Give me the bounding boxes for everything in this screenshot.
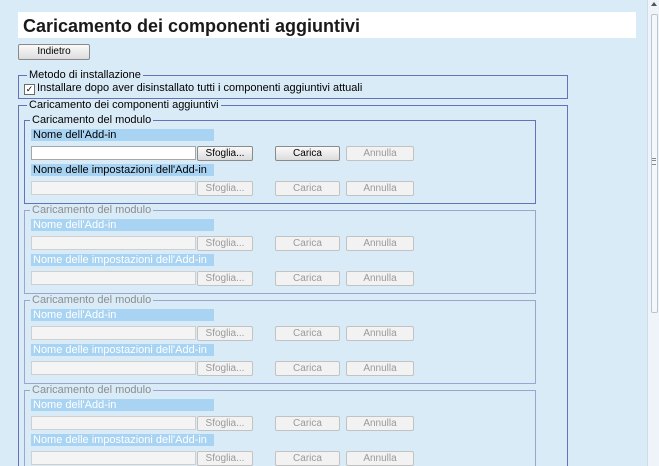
scroll-grip-icon: [652, 158, 656, 165]
vertical-scrollbar[interactable]: [647, 0, 659, 466]
addin-load-button[interactable]: Carica: [275, 416, 340, 431]
page-title: Caricamento dei componenti aggiuntivi: [23, 16, 361, 36]
settings-path-input[interactable]: [31, 181, 196, 195]
addin-load-button[interactable]: Carica: [275, 326, 340, 341]
addin-load-button[interactable]: Carica: [275, 146, 340, 161]
settings-browse-button[interactable]: Sfoglia...: [197, 181, 253, 196]
module-load-group: Caricamento del modulo Nome dell'Add-in Sf…: [24, 204, 536, 294]
settings-name-label: Nome delle impostazioni dell'Add-in: [31, 164, 214, 176]
settings-path-input[interactable]: [31, 361, 196, 375]
settings-browse-button[interactable]: Sfoglia...: [197, 271, 253, 286]
settings-cancel-button[interactable]: Annulla: [346, 451, 414, 466]
settings-load-button[interactable]: Carica: [275, 271, 340, 286]
addin-browse-button[interactable]: Sfoglia...: [197, 416, 253, 431]
install-method-group: Metodo di installazione ✓ Installare dopo…: [18, 69, 568, 99]
settings-name-label: Nome delle impostazioni dell'Add-in: [31, 434, 214, 446]
back-button[interactable]: Indietro: [18, 44, 90, 60]
checkmark-icon: ✓: [25, 84, 34, 94]
module-load-group: Caricamento del modulo Nome dell'Add-in Sf…: [24, 114, 536, 204]
module-legend: Caricamento del modulo: [30, 294, 154, 307]
settings-browse-button[interactable]: Sfoglia...: [197, 451, 253, 466]
addin-name-label: Nome dell'Add-in: [31, 219, 214, 231]
module-legend: Caricamento del modulo: [30, 384, 154, 397]
settings-load-button[interactable]: Carica: [275, 451, 340, 466]
addin-browse-button[interactable]: Sfoglia...: [197, 146, 253, 161]
addins-legend: Caricamento dei componenti aggiuntivi: [27, 99, 221, 112]
addin-path-input[interactable]: [31, 146, 196, 160]
module-load-group: Caricamento del modulo Nome dell'Add-in Sf…: [24, 384, 536, 466]
addin-cancel-button[interactable]: Annulla: [346, 326, 414, 341]
settings-cancel-button[interactable]: Annulla: [346, 271, 414, 286]
module-legend: Caricamento del modulo: [30, 114, 154, 127]
uninstall-first-option[interactable]: ✓ Installare dopo aver disinstallato tutt…: [24, 82, 362, 95]
addin-load-button[interactable]: Carica: [275, 236, 340, 251]
addin-path-input[interactable]: [31, 236, 196, 250]
settings-load-button[interactable]: Carica: [275, 181, 340, 196]
addin-cancel-button[interactable]: Annulla: [346, 236, 414, 251]
module-legend: Caricamento del modulo: [30, 204, 154, 217]
addins-group: Caricamento dei componenti aggiuntivi Ca…: [18, 99, 568, 466]
uninstall-first-checkbox[interactable]: ✓: [24, 84, 35, 95]
install-method-legend: Metodo di installazione: [27, 69, 143, 82]
settings-cancel-button[interactable]: Annulla: [346, 361, 414, 376]
title-bar: Caricamento dei componenti aggiuntivi: [18, 12, 636, 38]
addin-cancel-button[interactable]: Annulla: [346, 146, 414, 161]
settings-cancel-button[interactable]: Annulla: [346, 181, 414, 196]
addin-browse-button[interactable]: Sfoglia...: [197, 326, 253, 341]
scroll-up-arrow-icon[interactable]: [651, 2, 657, 6]
settings-name-label: Nome delle impostazioni dell'Add-in: [31, 344, 214, 356]
module-load-group: Caricamento del modulo Nome dell'Add-in Sf…: [24, 294, 536, 384]
settings-path-input[interactable]: [31, 451, 196, 465]
addin-name-label: Nome dell'Add-in: [31, 399, 214, 411]
addin-name-label: Nome dell'Add-in: [31, 309, 214, 321]
addin-browse-button[interactable]: Sfoglia...: [197, 236, 253, 251]
settings-browse-button[interactable]: Sfoglia...: [197, 361, 253, 376]
settings-path-input[interactable]: [31, 271, 196, 285]
uninstall-first-label: Installare dopo aver disinstallato tutti…: [37, 82, 363, 94]
settings-load-button[interactable]: Carica: [275, 361, 340, 376]
addin-name-label: Nome dell'Add-in: [31, 129, 214, 141]
addin-cancel-button[interactable]: Annulla: [346, 416, 414, 431]
settings-name-label: Nome delle impostazioni dell'Add-in: [31, 254, 214, 266]
addin-path-input[interactable]: [31, 416, 196, 430]
addin-path-input[interactable]: [31, 326, 196, 340]
main-content: Caricamento dei componenti aggiuntivi In…: [0, 0, 647, 466]
